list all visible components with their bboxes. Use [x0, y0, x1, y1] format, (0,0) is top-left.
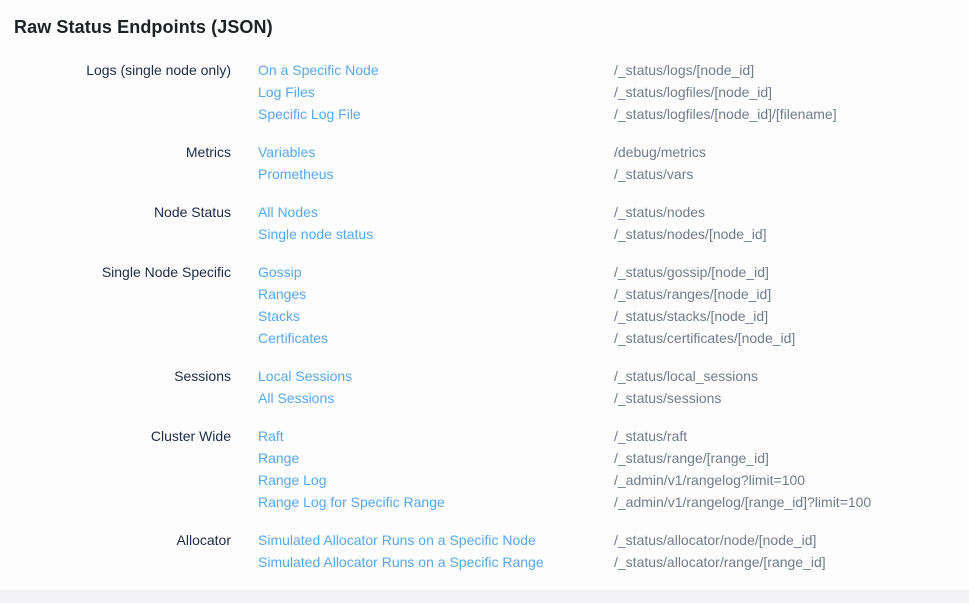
- endpoint-row: Prometheus /_status/vars: [258, 163, 955, 185]
- endpoint-row: All Sessions /_status/sessions: [258, 387, 955, 409]
- endpoint-path: /_status/logfiles/[node_id]/[filename]: [614, 103, 837, 125]
- endpoint-link[interactable]: Range Log for Specific Range: [258, 491, 614, 513]
- endpoint-link[interactable]: All Nodes: [258, 201, 614, 223]
- endpoint-link[interactable]: Log Files: [258, 81, 614, 103]
- endpoint-row: Variables /debug/metrics: [258, 141, 955, 163]
- endpoint-path: /_status/ranges/[node_id]: [614, 283, 771, 305]
- section-rows: Gossip /_status/gossip/[node_id] Ranges …: [258, 261, 955, 349]
- section-rows: Local Sessions /_status/local_sessions A…: [258, 365, 955, 409]
- endpoint-row: Certificates /_status/certificates/[node…: [258, 327, 955, 349]
- endpoint-row: All Nodes /_status/nodes: [258, 201, 955, 223]
- endpoint-path: /_status/sessions: [614, 387, 721, 409]
- endpoint-link[interactable]: Stacks: [258, 305, 614, 327]
- section-rows: Raft /_status/raft Range /_status/range/…: [258, 425, 955, 513]
- endpoint-link[interactable]: Specific Log File: [258, 103, 614, 125]
- endpoint-link[interactable]: Single node status: [258, 223, 614, 245]
- endpoint-row: Log Files /_status/logfiles/[node_id]: [258, 81, 955, 103]
- endpoint-row: Stacks /_status/stacks/[node_id]: [258, 305, 955, 327]
- endpoint-path: /debug/metrics: [614, 141, 706, 163]
- section-category-label: Single Node Specific: [14, 261, 258, 349]
- endpoint-link[interactable]: All Sessions: [258, 387, 614, 409]
- endpoint-row: Single node status /_status/nodes/[node_…: [258, 223, 955, 245]
- endpoint-row: Range Log for Specific Range /_admin/v1/…: [258, 491, 955, 513]
- section-rows: On a Specific Node /_status/logs/[node_i…: [258, 59, 955, 125]
- endpoint-link[interactable]: Range: [258, 447, 614, 469]
- endpoint-link[interactable]: Gossip: [258, 261, 614, 283]
- section-rows: Variables /debug/metrics Prometheus /_st…: [258, 141, 955, 185]
- endpoint-link[interactable]: Prometheus: [258, 163, 614, 185]
- endpoint-link[interactable]: Ranges: [258, 283, 614, 305]
- endpoint-path: /_status/stacks/[node_id]: [614, 305, 768, 327]
- endpoint-section: Metrics Variables /debug/metrics Prometh…: [14, 141, 955, 185]
- endpoint-row: Simulated Allocator Runs on a Specific N…: [258, 529, 955, 551]
- endpoint-row: Local Sessions /_status/local_sessions: [258, 365, 955, 387]
- endpoint-row: Raft /_status/raft: [258, 425, 955, 447]
- endpoint-section: Sessions Local Sessions /_status/local_s…: [14, 365, 955, 409]
- endpoint-section: Cluster Wide Raft /_status/raft Range /_…: [14, 425, 955, 513]
- endpoint-path: /_admin/v1/rangelog/[range_id]?limit=100: [614, 491, 871, 513]
- endpoint-row: Specific Log File /_status/logfiles/[nod…: [258, 103, 955, 125]
- section-category-label: Cluster Wide: [14, 425, 258, 513]
- endpoint-path: /_status/allocator/range/[range_id]: [614, 551, 826, 573]
- section-rows: All Nodes /_status/nodes Single node sta…: [258, 201, 955, 245]
- footer-band: [0, 590, 969, 603]
- endpoint-link[interactable]: On a Specific Node: [258, 59, 614, 81]
- endpoint-link[interactable]: Raft: [258, 425, 614, 447]
- sections-container: Logs (single node only) On a Specific No…: [14, 59, 955, 573]
- section-category-label: Logs (single node only): [14, 59, 258, 125]
- section-category-label: Sessions: [14, 365, 258, 409]
- endpoint-path: /_status/vars: [614, 163, 693, 185]
- endpoint-link[interactable]: Range Log: [258, 469, 614, 491]
- endpoint-path: /_status/range/[range_id]: [614, 447, 769, 469]
- endpoint-path: /_status/local_sessions: [614, 365, 758, 387]
- endpoint-path: /_status/logfiles/[node_id]: [614, 81, 772, 103]
- endpoints-panel: Raw Status Endpoints (JSON) Logs (single…: [0, 0, 969, 573]
- endpoint-section: Single Node Specific Gossip /_status/gos…: [14, 261, 955, 349]
- endpoint-link[interactable]: Certificates: [258, 327, 614, 349]
- endpoint-path: /_status/allocator/node/[node_id]: [614, 529, 816, 551]
- endpoint-row: Simulated Allocator Runs on a Specific R…: [258, 551, 955, 573]
- endpoint-link[interactable]: Local Sessions: [258, 365, 614, 387]
- endpoint-path: /_status/certificates/[node_id]: [614, 327, 795, 349]
- endpoint-path: /_status/logs/[node_id]: [614, 59, 754, 81]
- section-category-label: Node Status: [14, 201, 258, 245]
- endpoint-section: Node Status All Nodes /_status/nodes Sin…: [14, 201, 955, 245]
- endpoint-link[interactable]: Variables: [258, 141, 614, 163]
- section-category-label: Allocator: [14, 529, 258, 573]
- endpoint-link[interactable]: Simulated Allocator Runs on a Specific N…: [258, 529, 614, 551]
- endpoint-link[interactable]: Simulated Allocator Runs on a Specific R…: [258, 551, 614, 573]
- section-rows: Simulated Allocator Runs on a Specific N…: [258, 529, 955, 573]
- endpoint-path: /_admin/v1/rangelog?limit=100: [614, 469, 805, 491]
- page-title: Raw Status Endpoints (JSON): [14, 16, 955, 38]
- endpoint-path: /_status/gossip/[node_id]: [614, 261, 769, 283]
- endpoint-section: Logs (single node only) On a Specific No…: [14, 59, 955, 125]
- endpoint-row: Gossip /_status/gossip/[node_id]: [258, 261, 955, 283]
- endpoint-row: Range Log /_admin/v1/rangelog?limit=100: [258, 469, 955, 491]
- endpoint-section: Allocator Simulated Allocator Runs on a …: [14, 529, 955, 573]
- endpoint-path: /_status/nodes: [614, 201, 705, 223]
- endpoint-path: /_status/nodes/[node_id]: [614, 223, 767, 245]
- endpoint-row: On a Specific Node /_status/logs/[node_i…: [258, 59, 955, 81]
- section-category-label: Metrics: [14, 141, 258, 185]
- endpoint-row: Ranges /_status/ranges/[node_id]: [258, 283, 955, 305]
- endpoint-row: Range /_status/range/[range_id]: [258, 447, 955, 469]
- endpoint-path: /_status/raft: [614, 425, 687, 447]
